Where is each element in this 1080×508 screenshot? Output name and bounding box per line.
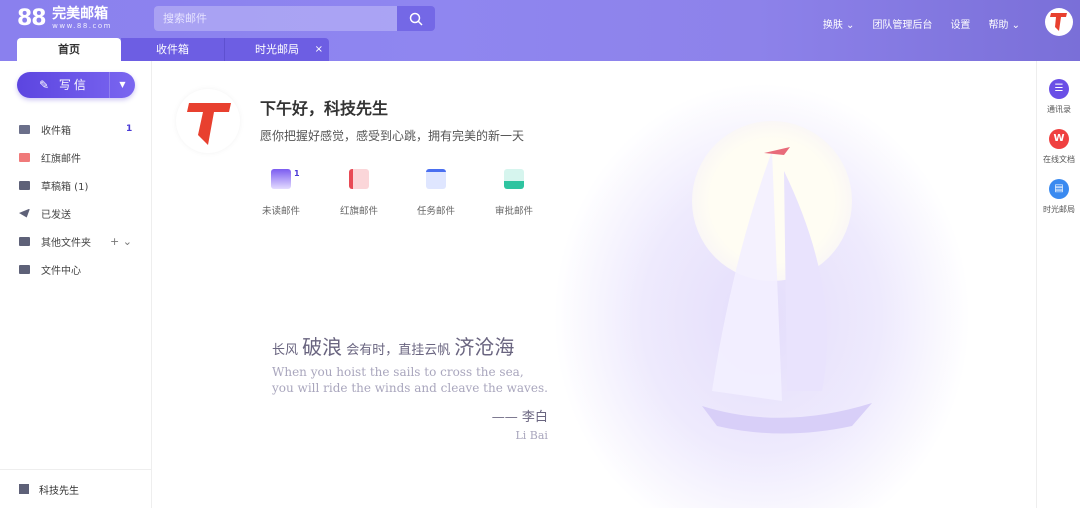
- poem-text: 破浪: [302, 335, 343, 359]
- rail-online-docs[interactable]: W 在线文档: [1037, 129, 1080, 165]
- poem-author-en: Li Bai: [515, 429, 548, 442]
- quick-label: 审批邮件: [494, 206, 533, 217]
- quick-unread[interactable]: 1 未读邮件: [251, 169, 311, 217]
- send-icon: [19, 208, 30, 218]
- compose-button[interactable]: ✎ 写信 ▼: [17, 72, 135, 98]
- quick-label: 未读邮件: [261, 206, 300, 217]
- add-folder-button[interactable]: + ⌄: [110, 235, 132, 248]
- sidebar-item-label: 已发送: [41, 209, 71, 221]
- skin-menu[interactable]: 换肤 ⌄: [823, 16, 855, 31]
- poem-text: 长风: [272, 343, 303, 358]
- tab-label: 收件箱: [156, 43, 189, 56]
- poem-translation: When you hoist the sails to cross the se…: [272, 365, 524, 379]
- file-center-icon: [19, 264, 30, 274]
- sidebar-item-inbox[interactable]: 收件箱 1: [0, 115, 152, 143]
- time-post-icon: ▤: [1049, 179, 1069, 199]
- tab-label: 时光邮局: [255, 43, 299, 56]
- chevron-down-icon[interactable]: ▼: [109, 72, 135, 98]
- compose-label: 写信: [58, 78, 89, 92]
- greeting-title: 下午好，科技先生: [260, 99, 389, 118]
- sailboat-illustration: [552, 81, 972, 508]
- search-input[interactable]: 搜索邮件: [154, 6, 397, 31]
- quick-label: 任务邮件: [416, 206, 455, 217]
- poem-quote: 长风 破浪 会有时，直挂云帆 济沧海 When you hoist the sa…: [272, 331, 548, 442]
- logo[interactable]: 88 完美邮箱 www.88.com: [17, 6, 112, 31]
- team-admin-link[interactable]: 团队管理后台: [872, 16, 932, 31]
- draft-icon: [19, 180, 30, 190]
- avatar[interactable]: [1045, 8, 1073, 36]
- rail-label: 在线文档: [1043, 155, 1075, 164]
- account-switcher[interactable]: 科技先生: [0, 469, 151, 508]
- poem-translation: you will ride the winds and cleave the w…: [272, 381, 548, 395]
- logo-number: 88: [17, 6, 47, 31]
- logo-url: www.88.com: [52, 22, 112, 30]
- poem-author: —— 李白: [491, 410, 548, 425]
- poem-text: 济沧海: [454, 335, 515, 359]
- tab-home[interactable]: 首页: [17, 38, 121, 61]
- sidebar-item-label: 其他文件夹: [41, 237, 91, 249]
- user-name: 科技先生: [39, 485, 79, 497]
- user-icon: [19, 484, 29, 494]
- sidebar-item-flagged[interactable]: 红旗邮件: [0, 143, 152, 171]
- rail-contacts[interactable]: ☰ 通讯录: [1037, 79, 1080, 115]
- sidebar-item-drafts[interactable]: 草稿箱 (1): [0, 171, 152, 199]
- unread-count: 1: [294, 169, 300, 178]
- sidebar-item-sent[interactable]: 已发送: [0, 199, 152, 227]
- sidebar-item-file-center[interactable]: 文件中心: [0, 255, 152, 283]
- search-icon: [409, 12, 423, 26]
- sidebar-item-label: 文件中心: [41, 265, 81, 277]
- sidebar: ✎ 写信 ▼ 收件箱 1 红旗邮件 草稿箱 (1) 已发送 其他文件夹 + ⌄ 文件…: [0, 61, 152, 508]
- sidebar-item-other-folders[interactable]: 其他文件夹 + ⌄: [0, 227, 152, 255]
- logo-text: 完美邮箱: [52, 6, 109, 22]
- tab-inbox[interactable]: 收件箱: [121, 38, 225, 61]
- inbox-icon: [19, 124, 30, 134]
- tab-time-post[interactable]: 时光邮局 ×: [225, 38, 329, 61]
- unread-mail-icon: [271, 169, 291, 189]
- search-button[interactable]: [397, 6, 435, 31]
- close-icon[interactable]: ×: [315, 38, 323, 61]
- flag-icon: [19, 152, 30, 162]
- wps-docs-icon: W: [1049, 129, 1069, 149]
- rail-label: 时光邮局: [1043, 205, 1075, 214]
- red-flag-icon: [349, 169, 369, 189]
- unread-badge: 1: [126, 124, 133, 134]
- rail-label: 通讯录: [1047, 105, 1071, 114]
- settings-link[interactable]: 设置: [950, 16, 970, 31]
- folder-icon: [19, 236, 30, 246]
- pen-icon: ✎: [39, 78, 59, 92]
- poem-text: 会有时，直挂云帆: [342, 343, 455, 358]
- quick-task[interactable]: 任务邮件: [406, 169, 466, 217]
- sidebar-item-label: 草稿箱 (1): [41, 181, 89, 193]
- rail-time-post[interactable]: ▤ 时光邮局: [1037, 179, 1080, 215]
- quick-approval[interactable]: 审批邮件: [484, 169, 544, 217]
- task-icon: [426, 169, 446, 189]
- greeting-subtitle: 愿你把握好感觉，感受到心跳，拥有完美的新一天: [260, 129, 525, 143]
- home-panel: 下午好，科技先生 愿你把握好感觉，感受到心跳，拥有完美的新一天 1 未读邮件 红旗…: [152, 61, 1036, 508]
- contacts-icon: ☰: [1049, 79, 1069, 99]
- sidebar-item-label: 收件箱: [41, 125, 71, 137]
- quick-flagged[interactable]: 红旗邮件: [329, 169, 389, 217]
- right-rail: ☰ 通讯录 W 在线文档 ▤ 时光邮局: [1036, 61, 1080, 508]
- top-header: 88 完美邮箱 www.88.com 搜索邮件 首页 收件箱 时光邮局 × 换肤 ⌄…: [0, 0, 1080, 61]
- company-logo: [176, 89, 240, 153]
- quick-label: 红旗邮件: [339, 206, 378, 217]
- approval-icon: [504, 169, 524, 189]
- help-menu[interactable]: 帮助 ⌄: [988, 16, 1020, 31]
- sidebar-item-label: 红旗邮件: [41, 153, 81, 165]
